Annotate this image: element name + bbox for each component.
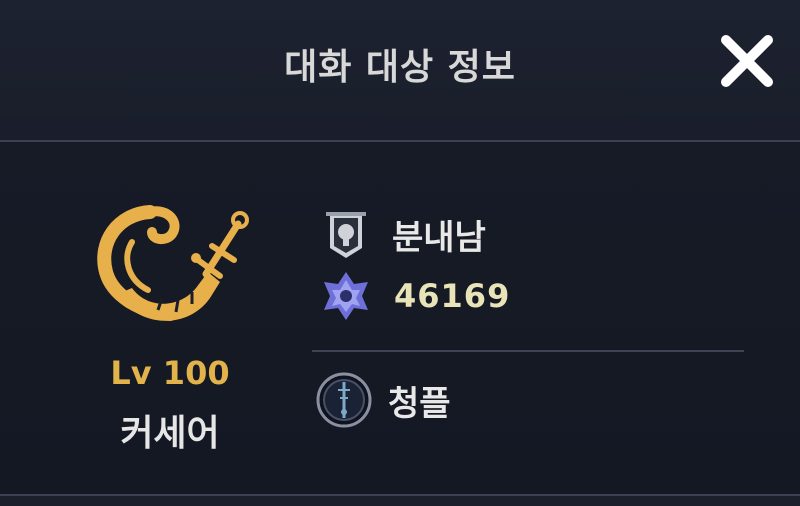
crest-icon <box>318 268 374 324</box>
character-class: 커세어 <box>120 413 220 454</box>
info-panel: Lv 100 커세어 분내남 46169 청플 <box>0 140 800 496</box>
guild-row: 청플 <box>316 372 451 428</box>
divider <box>312 350 744 352</box>
guild-name: 청플 <box>388 383 451 424</box>
dialog-header: 대화 대상 정보 <box>0 0 800 140</box>
name-row: 분내남 <box>318 206 486 262</box>
character-name: 분내남 <box>392 217 486 258</box>
character-level: Lv 100 <box>110 354 230 392</box>
conversation-target-info-dialog: 대화 대상 정보 Lv 100 커세어 분내남 46169 청플 <box>0 0 800 506</box>
guild-emblem-icon <box>316 372 372 428</box>
dialog-title: 대화 대상 정보 <box>284 47 516 88</box>
power-score-row: 46169 <box>318 268 510 324</box>
banner-icon <box>318 206 374 262</box>
close-icon <box>721 35 773 87</box>
horn-emblem-icon <box>97 205 249 321</box>
power-score: 46169 <box>394 277 511 315</box>
close-button[interactable] <box>712 26 782 96</box>
